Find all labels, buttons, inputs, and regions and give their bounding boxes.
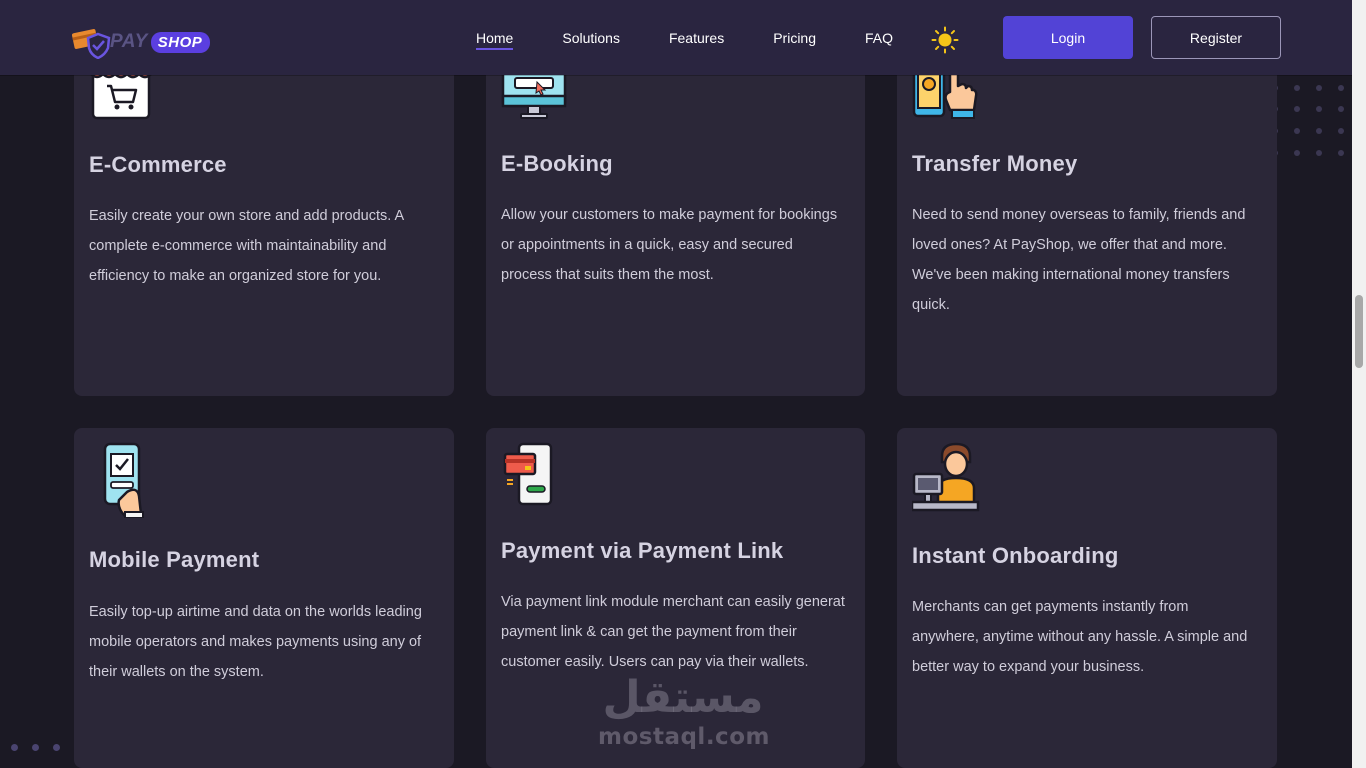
watermark-arabic-text: مستقل [602,672,764,723]
card-description: Easily top-up airtime and data on the wo… [89,604,422,680]
nav-home[interactable]: Home [476,30,514,50]
nav-solutions[interactable]: Solutions [562,30,620,46]
card-title: Instant Onboarding [912,543,1119,568]
logo-text-pay: PAY [110,31,148,52]
decorative-dots-left [8,744,68,756]
nav-pricing[interactable]: Pricing [773,30,816,46]
sun-icon[interactable] [931,26,959,54]
watermark-latin-text: mostaql.com [598,724,770,750]
card-description: Allow your customers to make payment for… [501,207,838,283]
main-nav: Home Solutions Features Pricing FAQ [476,0,942,75]
navbar: PAY SHOP Home Solutions Features Pricing… [0,0,1352,75]
mostaql-watermark: مستقل mostaql.com [598,672,770,756]
nav-faq[interactable]: FAQ [865,30,893,46]
feature-card-transfer-money: Transfer Money Need to send money overse… [897,48,1277,396]
card-title: Transfer Money [912,151,1078,176]
card-title: Payment via Payment Link [501,538,784,563]
card-phone-link-icon [503,442,553,506]
card-shield-icon [72,29,111,59]
card-description: Need to send money overseas to family, f… [912,207,1246,313]
nav-features[interactable]: Features [669,30,724,46]
card-description: Easily create your own store and add pro… [89,208,404,284]
register-button[interactable]: Register [1151,16,1281,59]
logo-text-shop: SHOP [150,31,211,53]
card-title: E-Booking [501,151,613,176]
feature-card-mobile-payment: Mobile Payment Easily top-up airtime and… [74,428,454,768]
feature-card-ecommerce: E-Commerce Easily create your own store … [74,48,454,396]
card-title: Mobile Payment [89,547,260,572]
cashier-person-icon [912,442,980,512]
card-description: Merchants can get payments instantly fro… [912,599,1248,675]
scrollbar-thumb[interactable] [1355,295,1363,368]
payshop-logo[interactable]: PAY SHOP [72,24,211,60]
page-scrollbar[interactable] [1352,0,1366,768]
login-button[interactable]: Login [1003,16,1133,59]
decorative-dots-right [1272,82,1352,162]
mobile-checklist-icon [103,442,144,518]
card-title: E-Commerce [89,152,227,177]
card-description: Via payment link module merchant can eas… [501,594,845,670]
page: PAY SHOP Home Solutions Features Pricing… [0,0,1366,768]
feature-card-ebooking: E-Booking Allow your customers to make p… [486,48,865,396]
feature-card-instant-onboarding: Instant Onboarding Merchants can get pay… [897,428,1277,768]
